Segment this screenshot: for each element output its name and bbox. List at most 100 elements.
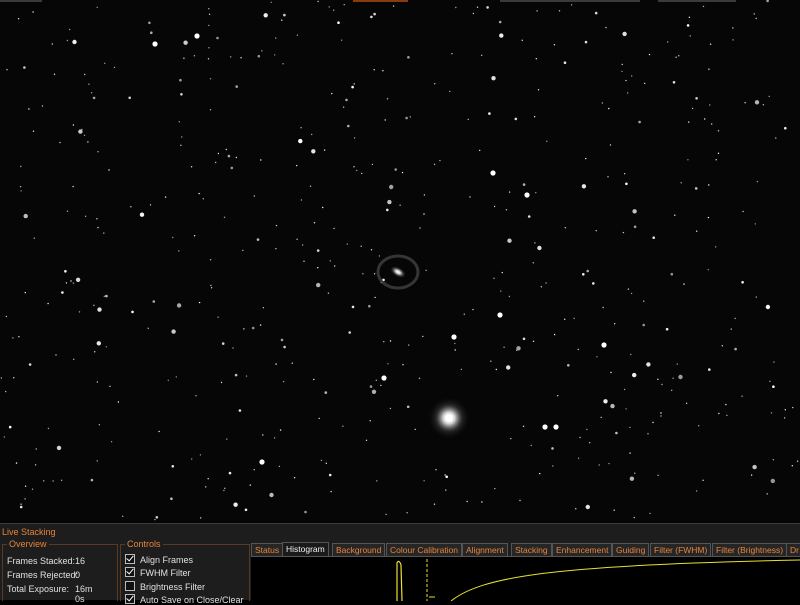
tab-background[interactable]: Background — [332, 543, 386, 556]
star — [610, 371, 612, 374]
frames-rejected-label: Frames Rejected: — [7, 570, 79, 580]
star — [208, 8, 210, 10]
star — [386, 208, 389, 212]
star — [181, 136, 183, 138]
bright-star — [524, 192, 530, 198]
star — [498, 20, 502, 24]
star — [707, 216, 710, 219]
tab-filter-fwhm[interactable]: Filter (FWHM) — [650, 543, 712, 556]
tab-alignment[interactable]: Alignment — [462, 543, 508, 556]
star — [87, 141, 89, 143]
checkbox-box[interactable] — [125, 594, 135, 604]
star — [183, 40, 188, 45]
total-exposure-value: 16m 0s — [75, 584, 93, 604]
star — [387, 199, 392, 205]
star — [688, 16, 691, 18]
star — [373, 69, 375, 71]
star — [362, 273, 364, 275]
star — [311, 133, 313, 136]
star — [235, 85, 238, 88]
star — [240, 57, 242, 59]
star — [632, 372, 637, 378]
star — [110, 441, 113, 443]
star — [460, 368, 463, 371]
star — [283, 345, 286, 349]
star — [32, 130, 35, 132]
star — [647, 433, 649, 435]
tab-histogram[interactable]: Histogram — [282, 542, 329, 557]
star — [629, 476, 635, 481]
star — [595, 230, 597, 232]
histogram-plot — [396, 559, 800, 601]
star — [384, 119, 386, 121]
align-frames-checkbox[interactable]: Align Frames — [125, 554, 193, 565]
tab-guiding[interactable]: Guiding — [612, 543, 650, 556]
bright-star — [542, 424, 548, 430]
star — [88, 83, 90, 85]
star — [676, 363, 678, 365]
star — [313, 222, 316, 224]
brightness-filter-checkbox[interactable]: Brightness Filter — [125, 581, 205, 592]
tab-status[interactable]: Status — [251, 543, 284, 556]
star — [796, 460, 799, 462]
star — [674, 214, 676, 216]
star — [622, 31, 627, 37]
checkbox-box[interactable] — [125, 554, 135, 564]
star — [53, 73, 56, 75]
star — [519, 499, 521, 502]
star — [5, 390, 7, 393]
star — [685, 402, 688, 404]
star — [324, 391, 328, 394]
star — [623, 173, 626, 175]
star — [660, 415, 662, 417]
star — [439, 159, 441, 162]
star — [13, 377, 15, 379]
star — [530, 444, 532, 447]
star — [234, 373, 238, 377]
star — [667, 41, 669, 43]
tab-colour-calibration[interactable]: Colour Calibration — [386, 543, 463, 556]
star — [309, 185, 312, 187]
fwhm-filter-checkbox[interactable]: FWHM Filter — [125, 567, 191, 578]
star — [546, 140, 548, 142]
star — [394, 168, 398, 171]
tab-filter-brightness[interactable]: Filter (Brightness) — [712, 543, 788, 556]
star — [494, 487, 496, 490]
star — [756, 180, 759, 183]
star — [171, 465, 175, 468]
star — [792, 406, 794, 409]
histogram-view[interactable] — [251, 556, 800, 601]
star — [360, 245, 362, 247]
star — [78, 311, 81, 313]
checkbox-box[interactable] — [125, 581, 135, 591]
checkbox-box[interactable] — [125, 567, 135, 577]
star — [353, 83, 355, 85]
live-stack-image[interactable] — [0, 0, 800, 523]
star — [717, 152, 720, 154]
auto-save-checkbox[interactable]: Auto Save on Close/Clear — [125, 594, 244, 605]
star — [51, 43, 53, 45]
star — [217, 316, 219, 318]
star — [753, 13, 755, 15]
live-stacking-panel: Live Stacking Overview Frames Stacked: 1… — [0, 523, 800, 605]
star — [717, 130, 720, 132]
star — [353, 166, 355, 168]
star — [649, 512, 651, 515]
star — [563, 61, 567, 64]
star — [586, 269, 589, 273]
star — [210, 287, 213, 289]
star — [6, 69, 8, 71]
star — [570, 4, 573, 6]
tab-enhancement[interactable]: Enhancement — [552, 543, 613, 556]
star — [582, 273, 585, 276]
tab-overflow[interactable]: Dr — [786, 543, 800, 556]
frames-stacked-row: Frames Stacked: 16 — [7, 556, 85, 566]
star — [269, 492, 274, 498]
star — [370, 249, 373, 251]
tab-stacking[interactable]: Stacking — [511, 543, 552, 556]
star — [387, 363, 389, 365]
star — [725, 403, 727, 406]
star — [522, 183, 526, 186]
star — [707, 269, 709, 271]
star — [225, 148, 227, 151]
